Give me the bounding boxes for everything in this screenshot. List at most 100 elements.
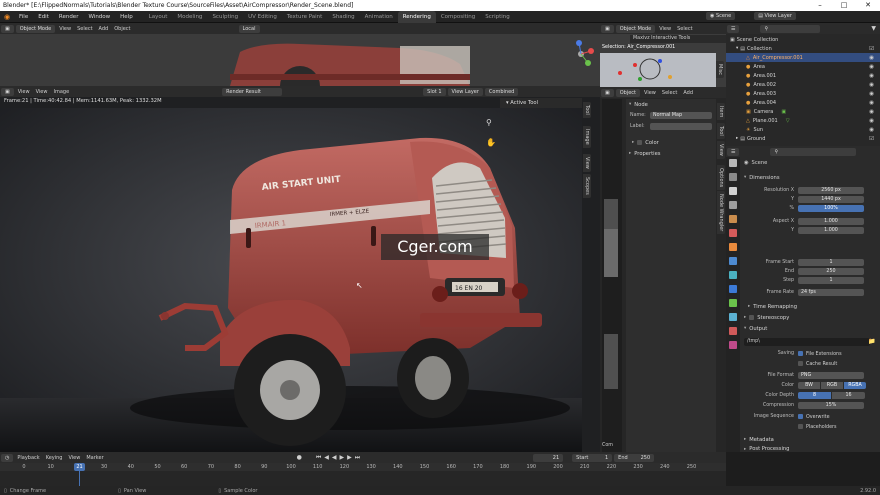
timeline-menu-view[interactable]: View bbox=[65, 454, 83, 462]
active-tool-panel[interactable]: ▾ Active Tool bbox=[500, 98, 582, 108]
transform-orientation[interactable]: Local bbox=[238, 24, 260, 33]
particles-tab-icon[interactable] bbox=[729, 271, 737, 279]
constraints-tab-icon[interactable] bbox=[729, 299, 737, 307]
overwrite-checkbox[interactable]: Overwrite bbox=[798, 413, 830, 420]
collection-row[interactable]: ▾ ▤ Collection ☑ bbox=[736, 44, 880, 53]
depth-16-button[interactable]: 16 bbox=[832, 392, 865, 399]
view-layer-selector[interactable]: ▤ View Layer bbox=[754, 12, 796, 20]
zoom-icon[interactable]: ⚲ bbox=[486, 118, 492, 127]
file-format-select[interactable]: PNG bbox=[798, 372, 864, 379]
outliner-item-ground[interactable]: ▸ ▤ Ground ☑ bbox=[736, 134, 880, 143]
tab-animation[interactable]: Animation bbox=[360, 11, 398, 23]
record-icon[interactable]: ● bbox=[297, 454, 302, 461]
shader-viewport[interactable]: ▣ Object Mode View Select Maxivz Interac… bbox=[600, 23, 726, 87]
scene-collection[interactable]: ▣ Scene Collection bbox=[730, 35, 880, 44]
outliner-item-area-004[interactable]: ● Area.004 ◉ bbox=[746, 98, 880, 107]
compression-field[interactable]: 15% bbox=[798, 402, 864, 409]
playback-controls[interactable]: ⏮◀◀▶▶⏭ bbox=[316, 454, 363, 462]
tab-tool-node[interactable]: Tool bbox=[717, 123, 725, 139]
eye-icon[interactable]: ◉ bbox=[869, 82, 874, 88]
menu-help[interactable]: Help bbox=[115, 11, 138, 23]
tab-image[interactable]: Image bbox=[583, 126, 591, 148]
checkbox-icon[interactable]: ☑ bbox=[869, 136, 874, 142]
menu-file[interactable]: File bbox=[14, 11, 33, 23]
node-label-field[interactable] bbox=[650, 123, 712, 130]
color-bw-button[interactable]: BW bbox=[798, 382, 820, 389]
shader-menu-select[interactable]: Select bbox=[674, 25, 695, 33]
image-editor-type-button[interactable]: ▣ bbox=[1, 87, 14, 96]
timeline-menu-keying[interactable]: Keying bbox=[43, 454, 66, 462]
start-frame-field[interactable]: Start 1 bbox=[572, 453, 613, 462]
timeline-track[interactable]: 0 10 30 40 50 60 70 80 90 100 110 120 130 140 150 160 17… bbox=[0, 463, 726, 486]
frame-rate-select[interactable]: 24 fps bbox=[798, 289, 864, 296]
outliner-item-camera[interactable]: ▣ Camera ▣ ◉ bbox=[746, 107, 880, 116]
cache-result-checkbox[interactable]: Cache Result bbox=[798, 360, 837, 367]
eye-icon[interactable]: ◉ bbox=[869, 73, 874, 79]
object-tab-icon[interactable] bbox=[729, 243, 737, 251]
hand-icon[interactable]: ✋ bbox=[486, 138, 496, 147]
slot-select[interactable]: Slot 1 bbox=[423, 87, 446, 96]
file-extensions-checkbox[interactable]: File Extensions bbox=[798, 350, 842, 357]
tab-scopes[interactable]: Scopes bbox=[583, 174, 591, 198]
node-object-select[interactable]: Object bbox=[615, 88, 641, 97]
view-layer-tab-icon[interactable] bbox=[729, 201, 737, 209]
editor-type-button[interactable]: ▣ bbox=[1, 24, 14, 33]
outliner-item-plane[interactable]: △ Plane.001 ▽ ◉ bbox=[746, 116, 880, 125]
post-processing-section[interactable]: ▸ Post Processing bbox=[744, 446, 789, 452]
blender-logo-icon[interactable]: ◉ bbox=[0, 13, 14, 21]
outliner-type[interactable]: ☰ bbox=[727, 24, 740, 33]
outliner-item-area[interactable]: ● Area ◉ bbox=[746, 62, 880, 71]
tab-view-node[interactable]: View bbox=[717, 141, 725, 159]
data-tab-icon[interactable] bbox=[729, 313, 737, 321]
maximize-icon[interactable]: □ bbox=[832, 0, 856, 11]
color-rgb-button[interactable]: RGB bbox=[821, 382, 843, 389]
node-name-field[interactable]: Normal Map bbox=[650, 112, 712, 119]
tab-view[interactable]: View bbox=[583, 154, 591, 172]
filter-icon[interactable]: ▼ bbox=[871, 25, 876, 32]
tab-texture-paint[interactable]: Texture Paint bbox=[282, 11, 328, 23]
modifier-tab-icon[interactable] bbox=[729, 257, 737, 265]
output-tab-icon[interactable] bbox=[729, 187, 737, 195]
eye-icon[interactable]: ◉ bbox=[869, 127, 874, 133]
outliner-item-area-001[interactable]: ● Area.001 ◉ bbox=[746, 71, 880, 80]
navigation-gizmo[interactable] bbox=[566, 39, 596, 69]
outliner-search[interactable]: ⚲ bbox=[760, 24, 821, 33]
shader-object-mode[interactable]: Object Mode bbox=[615, 24, 656, 33]
image-menu-image[interactable]: Image bbox=[50, 88, 72, 96]
outliner-item-area-003[interactable]: ● Area.003 ◉ bbox=[746, 89, 880, 98]
scene-tab-icon[interactable] bbox=[729, 215, 737, 223]
checkbox-icon[interactable]: ☑ bbox=[869, 46, 874, 52]
tab-shading[interactable]: Shading bbox=[327, 11, 359, 23]
node-editor[interactable]: ▣ Object View Select Add Com ▾ Node Name:… bbox=[600, 87, 726, 452]
tab-sculpting[interactable]: Sculpting bbox=[207, 11, 243, 23]
render-result-field[interactable]: Render Result bbox=[222, 87, 283, 96]
frame-start-field[interactable]: 1 bbox=[798, 259, 864, 266]
minimize-icon[interactable]: – bbox=[808, 0, 832, 11]
object-mode-select[interactable]: Object Mode bbox=[15, 24, 56, 33]
tab-options[interactable]: Options bbox=[717, 165, 725, 191]
outliner-item-area-002[interactable]: ● Area.002 ◉ bbox=[746, 80, 880, 89]
image-menu-view-2[interactable]: View bbox=[33, 88, 51, 96]
timeline[interactable]: ◷ Playback Keying View Marker ● ⏮◀◀▶▶⏭ 2… bbox=[0, 452, 726, 486]
current-frame-field[interactable]: 21 bbox=[533, 453, 564, 462]
stereoscopy-section[interactable]: ▸ Stereoscopy bbox=[744, 313, 789, 322]
node-properties-section[interactable]: ▸ Properties bbox=[629, 149, 660, 158]
tab-scripting[interactable]: Scripting bbox=[480, 11, 514, 23]
node-menu-select[interactable]: Select bbox=[659, 89, 680, 97]
eye-icon[interactable]: ◉ bbox=[869, 100, 874, 106]
eye-icon[interactable]: ◉ bbox=[869, 64, 874, 70]
aspect-x-field[interactable]: 1.000 bbox=[798, 218, 864, 225]
frame-end-field[interactable]: 250 bbox=[798, 268, 864, 275]
shader-editor-type[interactable]: ▣ bbox=[601, 24, 614, 33]
node-editor-type[interactable]: ▣ bbox=[601, 88, 614, 97]
timeline-menu-playback[interactable]: Playback bbox=[14, 454, 42, 462]
tab-rendering[interactable]: Rendering bbox=[397, 10, 436, 23]
outliner-item-sun[interactable]: ☀ Sun ◉ bbox=[746, 125, 880, 134]
properties-search[interactable]: ⚲ bbox=[770, 147, 857, 156]
tab-item[interactable]: Item bbox=[717, 103, 725, 121]
resolution-x-field[interactable]: 2560 px bbox=[798, 187, 864, 194]
properties-type[interactable]: ☰ bbox=[727, 147, 740, 156]
tool-tab-icon[interactable] bbox=[729, 159, 737, 167]
time-remapping-section[interactable]: ▸ Time Remapping bbox=[748, 302, 797, 311]
menu-edit[interactable]: Edit bbox=[33, 11, 54, 23]
